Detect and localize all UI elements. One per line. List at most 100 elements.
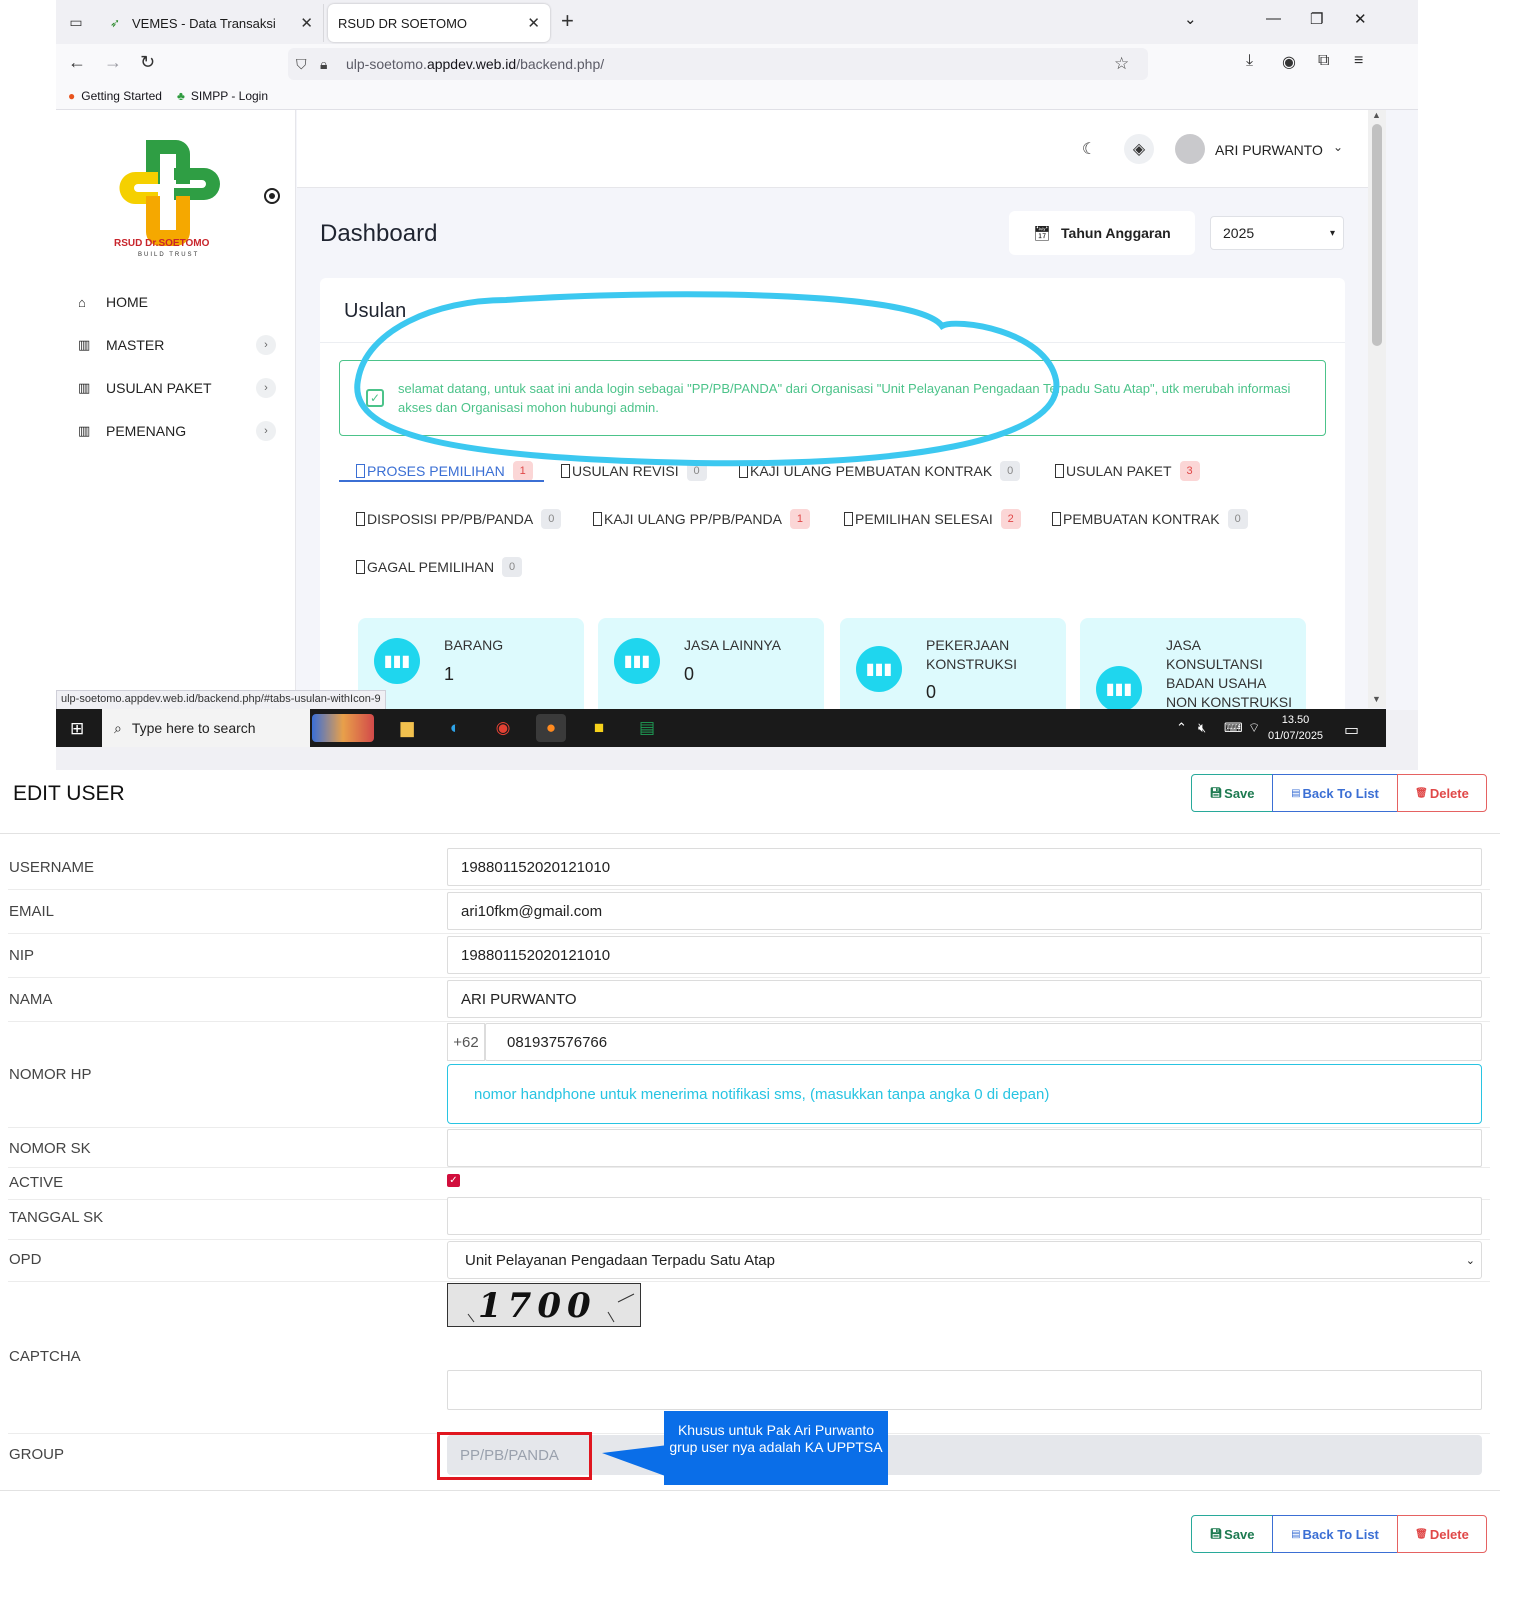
new-tab-icon[interactable]: +: [561, 8, 574, 34]
avatar[interactable]: [1175, 134, 1205, 164]
save-icon: 💾︎: [1209, 787, 1223, 799]
bookmark-label: Getting Started: [81, 89, 162, 103]
scroll-up-icon[interactable]: ▲: [1372, 110, 1381, 120]
shield-icon[interactable]: ⛉: [296, 56, 307, 73]
email-input[interactable]: ari10fkm@gmail.com: [447, 892, 1482, 930]
volume-muted-icon[interactable]: 🔇︎: [1198, 720, 1206, 736]
tab-gagal-pemilihan[interactable]: GAGAL PEMILIHAN 0: [356, 554, 523, 580]
scroll-down-icon[interactable]: ▼: [1372, 694, 1381, 704]
tab-pembuatan-kontrak[interactable]: PEMBUATAN KONTRAK 0: [1052, 506, 1248, 532]
minimize-icon[interactable]: —: [1266, 10, 1281, 27]
bar-chart-icon: ▮▮▮: [856, 646, 902, 692]
firefox-icon[interactable]: ●: [536, 714, 566, 742]
restore-icon[interactable]: ❐: [1310, 10, 1323, 28]
delete-button-bottom[interactable]: 🗑︎ Delete: [1397, 1515, 1487, 1553]
tab-rsud[interactable]: RSUD DR SOETOMO ✕: [328, 4, 550, 42]
tab-vemes[interactable]: ➶ VEMES - Data Transaksi ✕: [100, 4, 324, 42]
sidebar-item-label: MASTER: [106, 337, 165, 353]
chevron-down-icon[interactable]: ⌄: [1333, 140, 1343, 154]
close-tab-icon[interactable]: ✕: [300, 14, 313, 32]
notification-icon[interactable]: ▭: [1344, 720, 1359, 740]
back-to-list-button[interactable]: ▤ Back To List: [1272, 774, 1398, 812]
stat-card-barang[interactable]: ▮▮▮ BARANG 1: [358, 618, 584, 710]
nomor-hp-input[interactable]: 081937576766: [485, 1023, 1482, 1061]
delete-label: Delete: [1429, 785, 1469, 801]
menu-hamburger-icon[interactable]: ≡: [1354, 52, 1363, 70]
tab-usulan-paket[interactable]: USULAN PAKET 3: [1055, 458, 1200, 484]
close-window-icon[interactable]: ✕: [1354, 10, 1367, 28]
lock-icon[interactable]: 🔒︎: [320, 56, 327, 73]
tab-kaji-ulang-pp[interactable]: KAJI ULANG PP/PB/PANDA 1: [593, 506, 810, 532]
edge-icon[interactable]: ◐: [440, 714, 470, 742]
year-select[interactable]: 2025 ▾: [1210, 216, 1344, 250]
home-icon: ⌂: [78, 294, 86, 310]
sidebar-item-home[interactable]: ⌂ HOME: [78, 290, 278, 314]
sidebar-item-pemenang[interactable]: ▥ PEMENANG ›: [78, 419, 278, 443]
dark-mode-icon[interactable]: ☾: [1074, 134, 1104, 164]
tray-chevron-icon[interactable]: ⌃: [1176, 720, 1187, 736]
tab-icon: [561, 464, 570, 478]
delete-button[interactable]: 🗑︎ Delete: [1397, 774, 1487, 812]
extensions-icon[interactable]: ⧉: [1318, 52, 1329, 70]
bookmark-label: SIMPP - Login: [190, 89, 269, 103]
sidebar-item-usulan-paket[interactable]: ▥ USULAN PAKET ›: [78, 376, 278, 400]
phone-hint: nomor handphone untuk menerima notifikas…: [447, 1064, 1482, 1124]
excel-icon[interactable]: ▤: [632, 714, 662, 742]
back-arrow-icon[interactable]: ←: [68, 52, 86, 73]
scrollbar-thumb[interactable]: [1372, 124, 1382, 346]
sidebar: RSUD Dr.SOETOMO BUILD TRUST ⌂ HOME ▥ MAS…: [56, 110, 296, 710]
address-bar[interactable]: ⛉ 🔒︎ ulp-soetomo. appdev.web.id/backend.p…: [288, 48, 1148, 80]
file-explorer-icon[interactable]: ▆: [392, 714, 422, 742]
nomor-sk-input[interactable]: [447, 1129, 1482, 1167]
reload-icon[interactable]: ↻: [140, 52, 155, 73]
user-name[interactable]: ARI PURWANTO: [1215, 142, 1323, 158]
bookmark-star-icon[interactable]: ☆: [1114, 54, 1129, 74]
tab-pemilihan-selesai[interactable]: PEMILIHAN SELESAI 2: [844, 506, 1021, 532]
tab-label: PEMILIHAN SELESAI: [855, 511, 993, 527]
wifi-icon[interactable]: ⌔: [1248, 720, 1260, 736]
palette-icon[interactable]: ◈: [1124, 134, 1154, 164]
stat-card-jasa-konsultansi[interactable]: ▮▮▮ JASA KONSULTANSI BADAN USAHA NON KON…: [1080, 618, 1306, 710]
stat-value: 0: [684, 664, 695, 684]
tab-list-icon[interactable]: ▭: [64, 10, 88, 34]
page-scrollbar[interactable]: ▲ ▼: [1368, 110, 1386, 708]
back-to-list-button-bottom[interactable]: ▤ Back To List: [1272, 1515, 1398, 1553]
forward-arrow-icon[interactable]: →: [104, 52, 122, 73]
widget-image[interactable]: [312, 714, 374, 742]
active-checkbox[interactable]: ✓: [447, 1174, 460, 1187]
tab-overflow-chevron-icon[interactable]: ⌄: [1184, 10, 1197, 28]
year-value: 2025: [1223, 225, 1255, 241]
sidebar-item-master[interactable]: ▥ MASTER ›: [78, 333, 278, 357]
save-button-bottom[interactable]: 💾︎ Save: [1191, 1515, 1273, 1553]
windows-start-icon[interactable]: ⊞: [70, 719, 84, 739]
sidebar-toggle-icon[interactable]: [264, 188, 280, 204]
firefox-icon: ●: [68, 89, 76, 103]
tab-icon: [356, 464, 365, 478]
account-icon[interactable]: ◉: [1282, 52, 1296, 72]
bookmark-simpp[interactable]: ♣ SIMPP - Login: [177, 89, 268, 103]
tab-usulan-revisi[interactable]: USULAN REVISI 0: [561, 458, 707, 484]
download-icon[interactable]: ⤓: [1246, 52, 1253, 70]
device-icon[interactable]: ⌨: [1224, 720, 1243, 736]
close-tab-icon[interactable]: ✕: [527, 14, 540, 32]
nip-input[interactable]: 198801152020121010: [447, 936, 1482, 974]
tab-icon: [739, 464, 748, 478]
username-input[interactable]: 198801152020121010: [447, 848, 1482, 886]
clock[interactable]: 13.50 01/07/2025: [1268, 712, 1323, 744]
tanggal-sk-input[interactable]: [447, 1197, 1482, 1235]
count-badge: 0: [502, 557, 523, 577]
nama-input[interactable]: ARI PURWANTO: [447, 980, 1482, 1018]
stat-card-jasa-lainnya[interactable]: ▮▮▮ JASA LAINNYA 0: [598, 618, 824, 710]
captcha-input[interactable]: [447, 1370, 1482, 1410]
opd-select[interactable]: Unit Pelayanan Pengadaan Terpadu Satu At…: [447, 1241, 1482, 1279]
sticky-notes-icon[interactable]: ■: [584, 714, 614, 742]
chrome-icon[interactable]: ◉: [488, 714, 518, 742]
tab-kaji-ulang-pembuatan-kontrak[interactable]: KAJI ULANG PEMBUATAN KONTRAK 0: [739, 458, 1021, 484]
stat-card-pekerjaan-konstruksi[interactable]: ▮▮▮ PEKERJAAN KONSTRUKSI 0: [840, 618, 1066, 710]
save-button[interactable]: 💾︎ Save: [1191, 774, 1273, 812]
tab-disposisi[interactable]: DISPOSISI PP/PB/PANDA 0: [356, 506, 562, 532]
bookmark-getting-started[interactable]: ● Getting Started: [68, 89, 162, 103]
tahun-anggaran-button[interactable]: 📅︎ Tahun Anggaran: [1009, 211, 1195, 255]
taskbar-search[interactable]: ⌕ Type here to search: [102, 709, 310, 747]
stat-label: BARANG: [444, 637, 504, 653]
